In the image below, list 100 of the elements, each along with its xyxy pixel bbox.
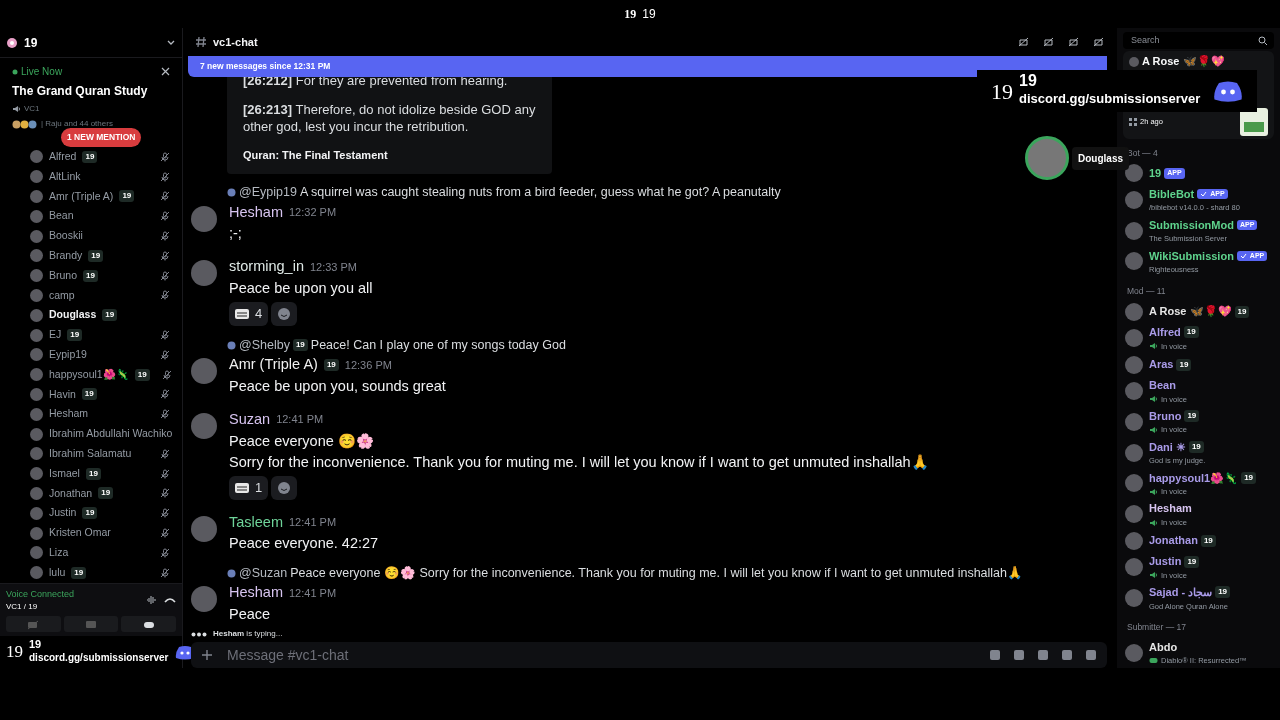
- voice-connected-status: Voice Connected: [6, 587, 76, 601]
- voice-action-button[interactable]: [121, 616, 176, 632]
- author-name[interactable]: Hesham: [229, 582, 283, 604]
- member-name[interactable]: Hesham: [1149, 500, 1192, 517]
- member-name[interactable]: Bean: [49, 208, 74, 225]
- member-name[interactable]: Dani ☀: [1149, 438, 1186, 456]
- promo-logo: 19: [6, 641, 23, 664]
- disconnect-icon[interactable]: [164, 596, 176, 605]
- avatar: [30, 348, 43, 362]
- new-mention-pill[interactable]: 1 NEW MENTION: [61, 128, 142, 147]
- member-name[interactable]: Havin: [49, 386, 76, 403]
- author-name[interactable]: storming_in: [229, 256, 304, 278]
- member-name[interactable]: Sajad - سجاد: [1149, 584, 1213, 601]
- search-icon[interactable]: [1258, 35, 1268, 46]
- server-tag: 19: [88, 249, 104, 262]
- member-avatar: [1125, 252, 1143, 271]
- member-avatar: [1125, 381, 1143, 400]
- add-reaction-button[interactable]: [271, 475, 298, 500]
- member-name[interactable]: Liza: [49, 544, 69, 561]
- muted-mic-icon: [160, 389, 170, 400]
- muted-mic-icon: [160, 448, 170, 459]
- speaker-avatar: [1025, 136, 1069, 180]
- member-name[interactable]: Alfred: [1149, 324, 1181, 341]
- member-name[interactable]: 19: [1149, 165, 1162, 182]
- member-name[interactable]: EJ: [49, 327, 62, 343]
- member-avatar: [1125, 558, 1143, 577]
- author-name[interactable]: Tasleem: [229, 511, 283, 534]
- server-name[interactable]: 19: [24, 33, 160, 52]
- message-text: Peace be upon you, sounds great: [229, 376, 446, 396]
- muted-mic-icon: [160, 211, 170, 222]
- member-name[interactable]: AltLink: [49, 168, 81, 185]
- member-name[interactable]: SubmissionMod: [1149, 216, 1234, 234]
- server-tag: 19: [1184, 410, 1200, 423]
- member-name[interactable]: Justin: [1149, 553, 1182, 570]
- reply-text[interactable]: A squirrel was caught stealing nuts from a bird feeder, guess what he got? A peanutalty: [299, 183, 781, 202]
- member-name[interactable]: Eypip19: [49, 346, 87, 363]
- member-avatar: [1125, 443, 1143, 462]
- member-name[interactable]: lulu: [49, 564, 66, 581]
- avatar: [30, 546, 43, 560]
- member-name[interactable]: camp: [49, 287, 75, 304]
- user-avatar: [191, 515, 217, 542]
- user-avatar: [191, 412, 217, 439]
- member-name[interactable]: Bean: [1149, 377, 1176, 394]
- close-icon[interactable]: [161, 67, 170, 76]
- member-name[interactable]: Douglass: [49, 307, 97, 324]
- search-box[interactable]: Search: [1123, 32, 1274, 50]
- server-tag: 19: [82, 507, 98, 520]
- member-name[interactable]: Jonathan: [1149, 532, 1198, 549]
- member-name[interactable]: Booskii: [49, 228, 83, 244]
- member-name[interactable]: Bruno: [49, 267, 78, 284]
- author-name[interactable]: Hesham: [229, 201, 283, 224]
- plus-icon[interactable]: [201, 649, 213, 661]
- reply-text[interactable]: Peace! Can I play one of my songs today God: [310, 335, 566, 355]
- reply-avatar-icon: [227, 340, 236, 350]
- server-tag: 19: [1184, 555, 1200, 568]
- member-name[interactable]: Aras: [1149, 356, 1174, 373]
- member-avatar: [1125, 589, 1143, 607]
- reply-author[interactable]: @Suzan: [239, 563, 288, 583]
- member-name[interactable]: WikiSubmission: [1149, 247, 1234, 265]
- smiley-icon: [277, 480, 292, 495]
- member-name[interactable]: happysoul1🌺🦎: [49, 366, 129, 383]
- server-tag: 19: [1200, 534, 1216, 547]
- promo-link[interactable]: discord.gg/submissionserver: [29, 650, 169, 665]
- member-name[interactable]: happysoul1🌺🦎: [1149, 469, 1239, 487]
- author-name[interactable]: Suzan: [229, 408, 271, 431]
- member-name[interactable]: Amr (Triple A): [49, 188, 114, 205]
- sticker-emoji-icon: [235, 481, 249, 494]
- member-name[interactable]: Ibrahim Abdullahi Wachiko: [49, 426, 173, 442]
- search-field[interactable]: Search: [1129, 32, 1258, 49]
- reaction-button[interactable]: 4: [229, 302, 269, 326]
- message-input[interactable]: Message #vc1-chat: [225, 643, 977, 667]
- avatar: [30, 189, 43, 203]
- reply-author[interactable]: @Shelby: [239, 335, 290, 355]
- member-name[interactable]: Ismael: [49, 465, 80, 482]
- muted-mic-icon: [160, 290, 170, 301]
- member-name[interactable]: Hesham: [49, 406, 89, 423]
- message-composer[interactable]: Message #vc1-chat: [191, 642, 1107, 668]
- member-name[interactable]: BibleBot: [1149, 185, 1195, 203]
- reaction-button[interactable]: 1: [229, 475, 269, 500]
- member-name[interactable]: Brandy: [49, 247, 83, 264]
- avatar: [30, 526, 43, 540]
- author-name[interactable]: Amr (Triple A): [229, 354, 318, 376]
- reply-author[interactable]: @Eypip19: [239, 183, 297, 202]
- member-name[interactable]: Ibrahim Salamatu: [49, 445, 132, 462]
- add-reaction-button[interactable]: [271, 302, 298, 326]
- member-name[interactable]: Alfred: [49, 149, 77, 165]
- member-name[interactable]: Kristen Omar: [49, 525, 111, 541]
- avatar: [1129, 56, 1139, 67]
- speaker-icon: [1149, 395, 1158, 404]
- member-name[interactable]: Jonathan: [49, 485, 93, 502]
- server-tag: 19: [1183, 326, 1199, 339]
- reply-text[interactable]: Peace everyone ☺🌸 Sorry for the inconvenience. Thank you for muting me. I will let you know if I want to get unmuted inshallah🙏: [290, 563, 1023, 583]
- member-name[interactable]: Justin: [49, 505, 77, 522]
- timestamp: 12:41 PM: [276, 412, 324, 428]
- member-name[interactable]: Abdo: [1149, 638, 1178, 656]
- member-name[interactable]: A Rose 🦋🌹💖: [1149, 303, 1232, 320]
- muted-mic-icon: [160, 547, 170, 558]
- promo-link[interactable]: discord.gg/submissionserver: [1019, 89, 1207, 109]
- member-name[interactable]: Bruno: [1149, 407, 1182, 425]
- hash-icon: [195, 36, 207, 48]
